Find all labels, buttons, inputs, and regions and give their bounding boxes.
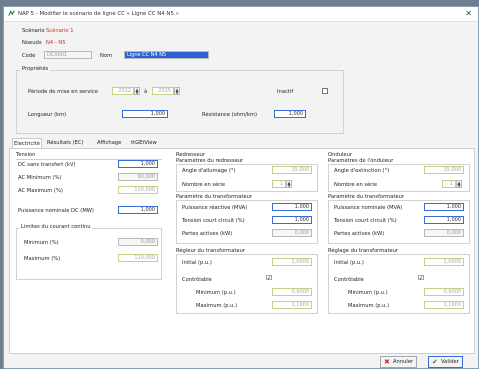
acmin-field[interactable]: 90,000 xyxy=(118,173,158,181)
tension-title: Tension xyxy=(16,152,36,158)
limite-min-label: Minimum (%) xyxy=(24,240,59,246)
limite-max-field[interactable]: 110,000 xyxy=(118,254,158,262)
redresseur-nb-label: Nombre en série xyxy=(182,182,226,188)
onduleur-max-field[interactable]: 1,1000 xyxy=(424,301,464,309)
periode-sep: à xyxy=(144,89,148,95)
cancel-label: Annuler xyxy=(393,359,414,365)
onduleur-pnom-field[interactable]: 1,000 xyxy=(424,203,464,211)
limites-title: Limites du courant continu xyxy=(20,224,92,230)
onduleur-pertes-field[interactable]: 0,000 xyxy=(424,229,464,237)
acmax-label: AC Maximum (%) xyxy=(18,188,63,194)
inactif-label: Inactif xyxy=(277,89,294,95)
redresseur-initial-field[interactable]: 1,0000 xyxy=(272,258,312,266)
redresseur-max-field[interactable]: 1,1000 xyxy=(272,301,312,309)
angle-extinction-field[interactable]: 15,000 xyxy=(424,166,464,174)
redresseur-tcc-field[interactable]: 1,000 xyxy=(272,216,312,224)
onduleur-nb-spinner[interactable]: ▲ ▼ xyxy=(456,180,462,188)
redresseur-min-field[interactable]: 0,9000 xyxy=(272,288,312,296)
code-label: Code xyxy=(22,53,36,59)
redresseur-tcc-label: Tension court circuit (%) xyxy=(182,218,245,224)
end-year-field[interactable]: 2025 xyxy=(152,87,174,95)
onduleur-ctrl-label: Contrôlable xyxy=(334,277,364,283)
redresseur-nb-field[interactable]: 1 xyxy=(272,180,286,188)
onduleur-initial-field[interactable]: 1,0000 xyxy=(424,258,464,266)
pnom-field[interactable]: 1,000 xyxy=(118,206,158,214)
nom-label: Nom xyxy=(100,53,113,59)
tab-resultats[interactable]: Résultats (EC) xyxy=(46,138,85,148)
longueur-label: Longueur (km) xyxy=(28,112,67,118)
periode-label: Période de mise en service xyxy=(28,89,98,95)
scenario-label: Scénario xyxy=(22,28,45,34)
acmax-field[interactable]: 110,000 xyxy=(118,186,158,194)
redresseur-initial-label: Initial (p.u.) xyxy=(182,260,212,266)
longueur-field[interactable]: 1,000 xyxy=(122,110,168,118)
nom-field[interactable]: Ligne CC N4 N5 xyxy=(124,51,209,59)
onduleur-nb-field[interactable]: 1 xyxy=(442,180,456,188)
tab-ttgetview[interactable]: ttGEtView xyxy=(130,138,158,148)
redresseur-nb-spinner[interactable]: ▲ ▼ xyxy=(286,180,292,188)
dc-label: DC sans transfert (kV) xyxy=(18,162,76,168)
onduleur-ctrl-checkbox[interactable]: ☑ xyxy=(418,275,424,282)
ok-button[interactable]: ✔ Valider xyxy=(428,356,463,368)
dialog-window: NAP 5 - Modifier le scénario de ligne CC… xyxy=(3,6,479,369)
limite-min-field[interactable]: 0,000 xyxy=(118,238,158,246)
cancel-button[interactable]: ✖ Annuler xyxy=(380,356,418,368)
onduleur-tcc-label: Tension court circuit (%) xyxy=(334,218,397,224)
acmin-label: AC Minimum (%) xyxy=(18,175,62,181)
cancel-icon: ✖ xyxy=(384,358,390,366)
redresseur-pertes-label: Pertes actives (kW) xyxy=(182,231,233,237)
resistance-label: Résistance (ohm/km) xyxy=(202,112,257,118)
noeuds-label: Noeuds xyxy=(22,40,42,46)
end-year-spinner[interactable]: ▲ ▼ xyxy=(174,87,180,95)
angle-extinction-label: Angle d'extinction (°) xyxy=(334,168,390,174)
properties-group xyxy=(16,70,344,134)
start-year-field[interactable]: 2022 xyxy=(112,87,134,95)
tab-affichage[interactable]: Affichage xyxy=(96,138,122,148)
inactif-checkbox[interactable] xyxy=(322,88,328,94)
start-year-spinner[interactable]: ▲ ▼ xyxy=(134,87,140,95)
check-icon: ✔ xyxy=(432,358,438,366)
onduleur-tcc-field[interactable]: 1,000 xyxy=(424,216,464,224)
close-icon[interactable]: ✕ xyxy=(465,9,472,18)
angle-allumage-field[interactable]: 15,000 xyxy=(272,166,312,174)
dc-field[interactable]: 1,000 xyxy=(118,160,158,168)
app-icon xyxy=(8,10,15,16)
noeuds-value: N4 - N5 xyxy=(46,40,66,46)
scenario-value: Scénario 1 xyxy=(46,28,74,34)
onduleur-min-field[interactable]: 0,9000 xyxy=(424,288,464,296)
angle-allumage-label: Angle d'allumage (°) xyxy=(182,168,236,174)
title-bar: NAP 5 - Modifier le scénario de ligne CC… xyxy=(4,7,478,22)
onduleur-min-label: Minimum (p.u.) xyxy=(348,290,388,296)
redresseur-max-label: Maximum (p.u.) xyxy=(196,303,238,309)
properties-title: Propriétés xyxy=(20,66,51,72)
window-title: NAP 5 - Modifier le scénario de ligne CC… xyxy=(18,11,179,17)
code-field: DC0001 xyxy=(44,51,92,59)
puissance-reactive-field[interactable]: 1,000 xyxy=(272,203,312,211)
tab-electricite[interactable]: Electricité xyxy=(12,138,42,148)
electricite-panel: Tension DC sans transfert (kV) 1,000 AC … xyxy=(9,148,475,354)
onduleur-initial-label: Initial (p.u.) xyxy=(334,260,364,266)
onduleur-max-label: Maximum (p.u.) xyxy=(348,303,390,309)
redresseur-pertes-field[interactable]: 0,000 xyxy=(272,229,312,237)
ok-label: Valider xyxy=(441,359,459,365)
resistance-field[interactable]: 1,000 xyxy=(274,110,306,118)
puissance-reactive-label: Puissance réactive (MVA) xyxy=(182,205,248,211)
redresseur-min-label: Minimum (p.u.) xyxy=(196,290,236,296)
pnom-label: Puissance nominale DC (MW) xyxy=(18,208,94,214)
onduleur-nb-label: Nombre en série xyxy=(334,182,378,188)
onduleur-pertes-label: Pertes actives (kW) xyxy=(334,231,385,237)
redresseur-ctrl-label: Contrôlable xyxy=(182,277,212,283)
redresseur-ctrl-checkbox[interactable]: ☑ xyxy=(266,275,272,282)
onduleur-pnom-label: Puissance nominale (MVA) xyxy=(334,205,403,211)
limite-max-label: Maximum (%) xyxy=(24,256,61,262)
